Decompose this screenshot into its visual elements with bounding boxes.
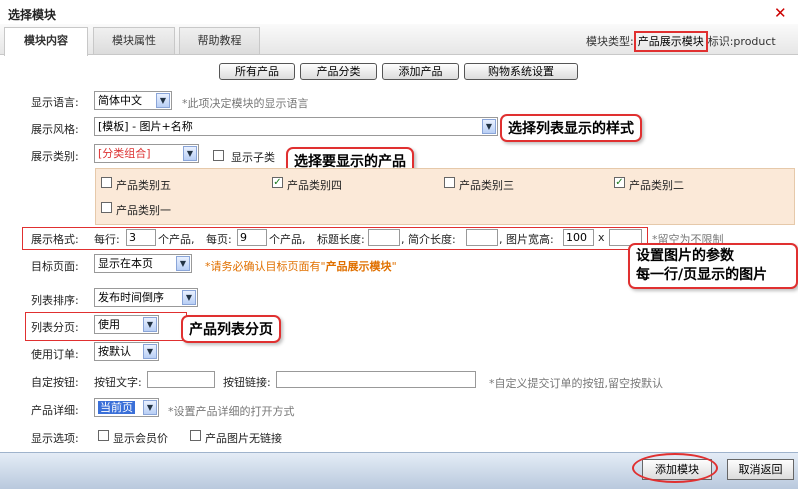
detail-label: 产品详细: xyxy=(31,404,79,417)
per-page-input[interactable]: 9 xyxy=(237,229,267,246)
language-select[interactable]: 简体中文 ▼ xyxy=(94,91,172,110)
annotation-paging: 产品列表分页 xyxy=(181,315,281,343)
category-select[interactable]: [分类组合] ▼ xyxy=(94,144,199,163)
button-link-input[interactable] xyxy=(276,371,476,388)
member-price-checkbox[interactable] xyxy=(98,430,109,441)
language-label: 显示语言: xyxy=(31,96,79,109)
display-options-label: 显示选项: xyxy=(31,432,79,445)
show-subcategory-label: 显示子类 xyxy=(231,151,275,164)
sort-label: 列表排序: xyxy=(31,294,79,307)
tab-module-content[interactable]: 模块内容 xyxy=(4,27,88,56)
chevron-down-icon: ▼ xyxy=(143,344,157,359)
annotation-style: 选择列表显示的样式 xyxy=(500,114,642,142)
annotation-image-params-line1: 设置图片的参数 xyxy=(636,248,734,264)
summary-length-label: , 简介长度: xyxy=(401,233,456,246)
per-page-label: 每页: xyxy=(206,233,232,246)
format-label: 展示格式: xyxy=(31,233,79,246)
chevron-down-icon: ▼ xyxy=(176,256,190,271)
style-label: 展示风格: xyxy=(31,123,79,136)
per-row-label: 每行: xyxy=(94,233,120,246)
language-value: 简体中文 xyxy=(98,94,142,107)
style-value: [模板] - 图片+名称 xyxy=(98,120,193,133)
member-price-label: 显示会员价 xyxy=(113,432,168,445)
language-hint: *此项决定模块的显示语言 xyxy=(182,97,309,110)
module-type-value: 产品展示模块 xyxy=(633,31,708,52)
annotation-image-params-line2: 每一行/页显示的图片 xyxy=(636,267,768,283)
no-image-link-checkbox[interactable] xyxy=(190,430,201,441)
module-id-label: 标识:product xyxy=(707,35,776,48)
button-link-label: 按钮链接: xyxy=(223,376,271,389)
category-checkbox-4[interactable]: ✓ xyxy=(272,177,283,188)
chevron-down-icon: ▼ xyxy=(143,400,157,415)
chevron-down-icon: ▼ xyxy=(182,290,196,305)
order-label: 使用订单: xyxy=(31,348,79,361)
order-value: 按默认 xyxy=(98,345,131,358)
category-label-2: 产品类别二 xyxy=(629,179,684,192)
product-categories-button[interactable]: 产品分类 xyxy=(300,63,377,80)
per-row-unit: 个产品, xyxy=(158,233,195,246)
per-row-input[interactable]: 3 xyxy=(126,229,156,246)
button-text-label: 按钮文字: xyxy=(94,376,142,389)
target-page-value: 显示在本页 xyxy=(98,257,153,270)
target-page-select[interactable]: 显示在本页 ▼ xyxy=(94,254,192,273)
no-image-link-label: 产品图片无链接 xyxy=(205,432,282,445)
sort-value: 发布时间倒序 xyxy=(98,291,164,304)
chevron-down-icon: ▼ xyxy=(143,317,157,332)
category-value: [分类组合] xyxy=(98,147,151,160)
title-length-input[interactable] xyxy=(368,229,400,246)
annotation-image-params: 设置图片的参数 每一行/页显示的图片 xyxy=(628,243,798,289)
target-hint-pre: *请务必确认目标页面有" xyxy=(205,260,326,273)
add-product-button[interactable]: 添加产品 xyxy=(382,63,459,80)
chevron-down-icon: ▼ xyxy=(482,119,496,134)
shop-settings-button[interactable]: 购物系统设置 xyxy=(464,63,578,80)
category-label-3: 产品类别三 xyxy=(459,179,514,192)
chevron-down-icon: ▼ xyxy=(183,146,197,161)
custom-button-label: 自定按钮: xyxy=(31,376,79,389)
detail-hint: *设置产品详细的打开方式 xyxy=(168,405,295,418)
category-checkbox-5[interactable] xyxy=(101,177,112,188)
all-products-button[interactable]: 所有产品 xyxy=(219,63,295,80)
image-size-x: x xyxy=(598,231,605,244)
dialog-title: 选择模块 xyxy=(8,8,57,22)
module-info: 模块类型: 产品展示模块 标识:product xyxy=(586,31,776,52)
button-text-input[interactable] xyxy=(147,371,215,388)
paging-value: 使用 xyxy=(98,318,120,331)
add-module-highlight xyxy=(632,453,718,483)
tab-module-properties[interactable]: 模块属性 xyxy=(93,27,175,54)
detail-value: 当前页 xyxy=(98,401,135,414)
title-length-label: 标题长度: xyxy=(317,233,365,246)
target-page-hint: *请务必确认目标页面有"产品展示模块" xyxy=(205,258,397,274)
image-width-input[interactable]: 100 xyxy=(563,229,594,246)
order-select[interactable]: 按默认 ▼ xyxy=(94,342,159,361)
category-checkbox-3[interactable] xyxy=(444,177,455,188)
category-checkbox-1[interactable] xyxy=(101,202,112,213)
summary-length-input[interactable] xyxy=(466,229,498,246)
tab-help[interactable]: 帮助教程 xyxy=(179,27,260,54)
target-page-label: 目标页面: xyxy=(31,260,79,273)
target-hint-post: " xyxy=(391,260,397,273)
close-icon[interactable]: ✕ xyxy=(774,4,787,22)
image-size-label: , 图片宽高: xyxy=(499,233,554,246)
paging-select[interactable]: 使用 ▼ xyxy=(94,315,159,334)
module-type-label: 模块类型: xyxy=(586,35,634,48)
show-subcategory-checkbox[interactable] xyxy=(213,150,224,161)
sort-select[interactable]: 发布时间倒序 ▼ xyxy=(94,288,198,307)
paging-label: 列表分页: xyxy=(31,321,79,334)
target-hint-bold: 产品展示模块 xyxy=(325,260,392,273)
custom-button-hint: *自定义提交订单的按钮,留空按默认 xyxy=(489,377,663,390)
style-select[interactable]: [模板] - 图片+名称 ▼ xyxy=(94,117,498,136)
per-page-unit: 个产品, xyxy=(269,233,306,246)
chevron-down-icon: ▼ xyxy=(156,93,170,108)
category-checkbox-2[interactable]: ✓ xyxy=(614,177,625,188)
category-label-5: 产品类别五 xyxy=(116,179,171,192)
detail-select[interactable]: 当前页 ▼ xyxy=(94,398,159,417)
category-label-4: 产品类别四 xyxy=(287,179,342,192)
cancel-button[interactable]: 取消返回 xyxy=(727,459,794,480)
category-label-1: 产品类别一 xyxy=(116,204,171,217)
category-label: 展示类别: xyxy=(31,150,79,163)
